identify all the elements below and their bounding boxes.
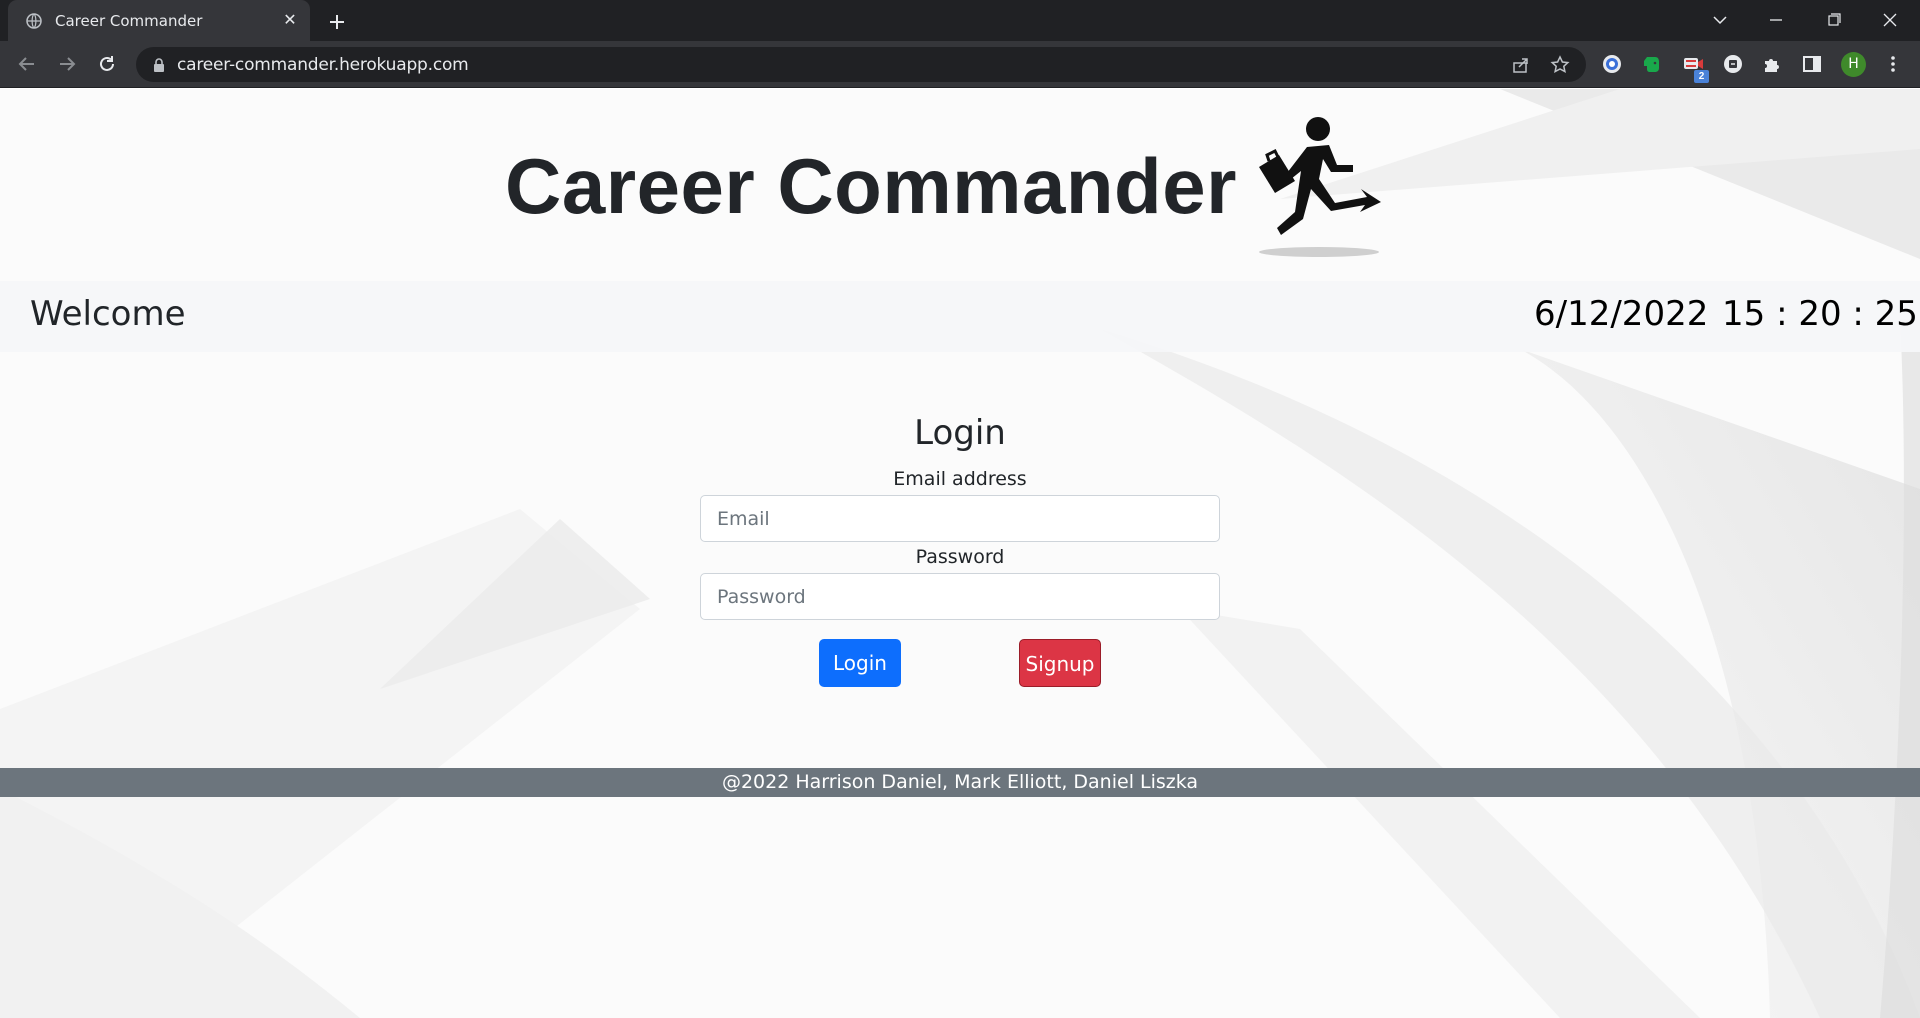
bookmark-star-icon[interactable]	[1550, 55, 1570, 75]
signup-button[interactable]: Signup	[1019, 639, 1101, 687]
password-label: Password	[915, 546, 1005, 568]
address-bar[interactable]: career-commander.herokuapp.com	[136, 47, 1586, 82]
footer-copyright: @2022 Harrison Daniel, Mark Elliott, Dan…	[0, 768, 1920, 797]
extension-grammar-icon[interactable]	[1601, 53, 1623, 75]
forward-icon[interactable]	[56, 53, 78, 75]
close-window-icon[interactable]	[1874, 6, 1906, 34]
login-button[interactable]: Login	[819, 639, 901, 687]
globe-icon	[26, 13, 42, 29]
close-tab-icon[interactable]: ✕	[280, 11, 300, 31]
new-tab-icon[interactable]	[324, 9, 350, 35]
back-icon[interactable]	[16, 53, 38, 75]
minimize-icon[interactable]	[1760, 6, 1792, 34]
share-icon[interactable]	[1511, 55, 1531, 75]
tab-title: Career Commander	[55, 12, 203, 30]
welcome-bar: Welcome 6/12/2022 15 : 20 : 25	[0, 281, 1920, 352]
profile-avatar[interactable]: H	[1841, 52, 1866, 77]
current-time: 15 : 20 : 25	[1722, 294, 1918, 334]
email-field[interactable]	[700, 495, 1220, 542]
email-label: Email address	[893, 468, 1027, 490]
restore-icon[interactable]	[1818, 6, 1850, 34]
page-viewport: Career Commander Welcome 6/12/2022 15 : …	[0, 89, 1920, 1018]
password-field[interactable]	[700, 573, 1220, 620]
extensions-puzzle-icon[interactable]	[1761, 53, 1783, 75]
welcome-text: Welcome	[30, 294, 186, 334]
evernote-icon[interactable]	[1641, 53, 1663, 75]
lock-icon[interactable]	[152, 57, 166, 73]
extension-badge: 2	[1694, 70, 1709, 83]
side-panel-icon[interactable]	[1801, 53, 1823, 75]
tab-search-icon[interactable]	[1704, 6, 1736, 34]
running-businessman-icon	[1259, 117, 1381, 257]
site-title: Career Commander	[505, 142, 1237, 230]
url-text[interactable]: career-commander.herokuapp.com	[177, 55, 469, 75]
reload-icon[interactable]	[96, 53, 118, 75]
login-heading: Login	[914, 413, 1006, 453]
extension-privacy-icon[interactable]	[1722, 53, 1744, 75]
browser-tab[interactable]: Career Commander ✕	[8, 0, 310, 41]
browser-tab-strip: Career Commander ✕	[0, 0, 1920, 41]
current-date: 6/12/2022	[1534, 294, 1709, 334]
browser-toolbar: career-commander.herokuapp.com 2 H	[0, 41, 1920, 88]
menu-dots-icon[interactable]	[1882, 53, 1904, 75]
